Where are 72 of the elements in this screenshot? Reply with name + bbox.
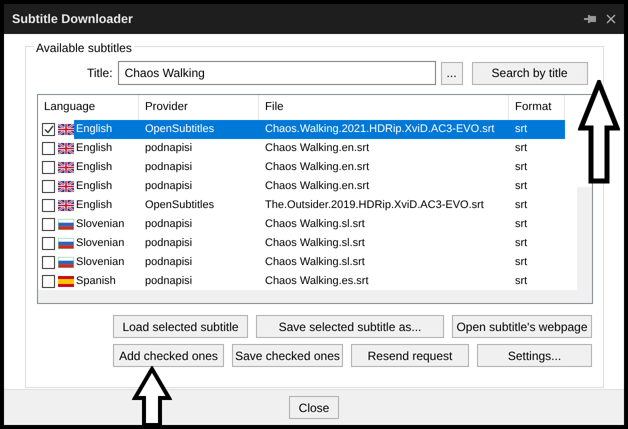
close-button[interactable]: Close <box>289 396 339 419</box>
row-checkbox[interactable] <box>42 199 55 212</box>
format-cell-text: srt <box>514 160 528 176</box>
horizontal-scrollbar[interactable] <box>38 290 592 303</box>
field-label: Title: <box>87 65 113 82</box>
format-cell-text: srt <box>514 141 528 156</box>
language-cell-text: Slovenian <box>75 255 126 270</box>
search-button[interactable]: Search by title <box>472 62 588 84</box>
row-checkbox[interactable] <box>42 275 55 288</box>
arrow-icon <box>578 80 620 184</box>
language-cell-text: Slovenian <box>75 217 126 232</box>
file-cell-text: Chaos Walking.sl.srt <box>264 236 366 252</box>
provider-cell-text: podnapisi <box>144 160 194 176</box>
row-checkbox[interactable] <box>42 218 55 231</box>
provider-cell-text: podnapisi <box>144 255 194 270</box>
browse-button[interactable]: ... <box>440 62 463 84</box>
action-button[interactable]: Settings... <box>477 344 592 367</box>
flag-icon <box>58 162 74 173</box>
action-button[interactable]: Save checked ones <box>232 344 343 367</box>
window-title: Subtitle Downloader <box>12 10 133 28</box>
format-cell-text: srt <box>514 274 528 290</box>
language-cell-text: English <box>75 160 114 176</box>
provider-cell-text: podnapisi <box>144 236 194 252</box>
language-cell-text: English <box>75 141 114 156</box>
language-cell-text: English <box>75 198 114 214</box>
flag-icon <box>58 124 74 135</box>
file-cell-text: Chaos Walking.en.srt <box>264 179 370 194</box>
file-cell-text: Chaos Walking.en.srt <box>264 141 370 156</box>
format-cell: srt <box>509 120 565 139</box>
format-cell-text: srt <box>514 255 528 270</box>
action-button[interactable]: Open subtitle's webpage <box>452 315 592 338</box>
action-button[interactable]: Resend request <box>351 344 469 367</box>
format-cell-text: srt <box>514 236 528 252</box>
provider-cell-text: podnapisi <box>144 141 194 156</box>
action-button[interactable]: Add checked ones <box>113 344 224 367</box>
file-cell-text: Chaos Walking.es.srt <box>264 274 370 290</box>
provider-cell: OpenSubtitles <box>139 120 259 139</box>
vertical-scrollbar[interactable] <box>577 187 592 291</box>
flag-icon <box>58 257 74 268</box>
file-cell-text: Chaos Walking.en.srt <box>264 160 370 176</box>
file-cell-text: Chaos Walking.sl.srt <box>264 217 366 232</box>
flag-icon <box>58 219 74 230</box>
file-cell-text: Chaos Walking.sl.srt <box>264 255 366 270</box>
provider-cell-text: OpenSubtitles <box>144 198 216 214</box>
format-cell-text: srt <box>514 217 528 232</box>
row-checkbox[interactable] <box>42 142 55 155</box>
provider-cell-text: podnapisi <box>144 179 194 194</box>
language-cell-text: Slovenian <box>75 236 126 252</box>
row-checkbox[interactable] <box>42 180 55 193</box>
title-input[interactable]: Chaos Walking <box>118 61 436 85</box>
row-checkbox[interactable] <box>42 256 55 269</box>
flag-icon <box>58 238 74 249</box>
language-cell-text: Spanish <box>75 274 117 290</box>
file-cell: Chaos.Walking.2021.HDRip.XviD.AC3-EVO.srt <box>259 120 509 139</box>
row-checkbox[interactable] <box>42 123 55 136</box>
flag-icon <box>58 143 74 154</box>
row-checkbox[interactable] <box>42 161 55 174</box>
close-icon[interactable] <box>606 14 616 24</box>
flag-icon <box>58 181 74 192</box>
file-cell-text: The.Outsider.2019.HDRip.XviD.AC3-EVO.srt <box>264 198 485 214</box>
pin-icon[interactable] <box>584 14 596 24</box>
provider-cell-text: podnapisi <box>144 217 194 232</box>
flag-icon <box>58 276 74 287</box>
flag-icon <box>58 200 74 211</box>
action-button[interactable]: Save selected subtitle as... <box>256 315 444 338</box>
language-cell: English <box>74 120 139 139</box>
format-cell-text: srt <box>514 179 528 194</box>
provider-cell-text: podnapisi <box>144 274 194 290</box>
format-cell-text: srt <box>514 198 528 214</box>
row-checkbox[interactable] <box>42 237 55 250</box>
language-cell-text: English <box>75 179 114 194</box>
action-button[interactable]: Load selected subtitle <box>113 315 248 338</box>
